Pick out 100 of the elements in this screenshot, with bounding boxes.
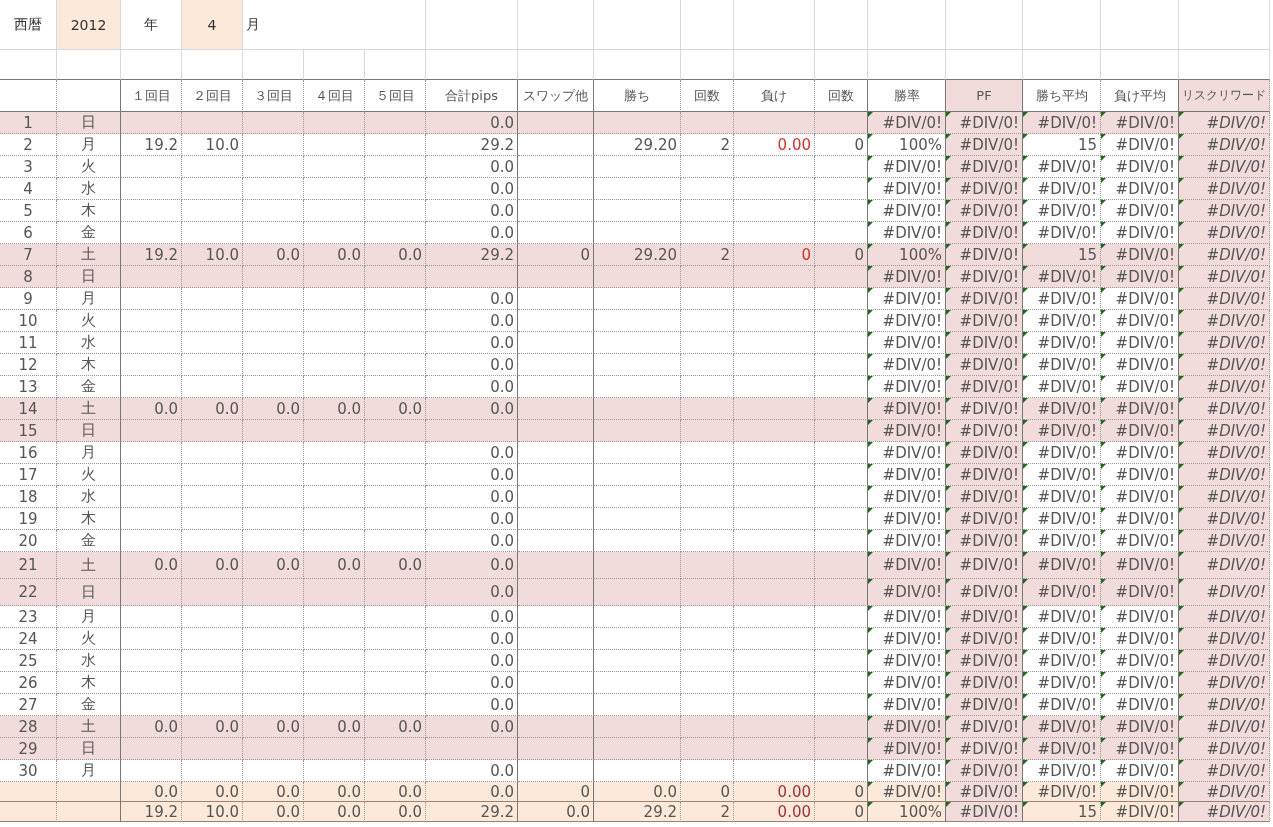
table-cell	[681, 0, 734, 50]
table-cell: #DIV/0!	[1179, 332, 1270, 354]
table-cell: #DIV/0!	[1179, 376, 1270, 398]
table-cell: #DIV/0!	[1179, 694, 1270, 716]
table-cell: #DIV/0!	[1179, 354, 1270, 376]
total-cell: 0.0	[304, 782, 365, 802]
table-cell: #DIV/0!	[1179, 200, 1270, 222]
total-cell: 0.0	[304, 802, 365, 822]
table-cell: #DIV/0!	[946, 760, 1023, 782]
table-cell: #DIV/0!	[1179, 530, 1270, 552]
total-cell: 29.2	[426, 802, 518, 822]
table-cell: #DIV/0!	[946, 606, 1023, 628]
table-cell: #DIV/0!	[946, 420, 1023, 442]
table-cell: #DIV/0!	[946, 200, 1023, 222]
table-cell: #DIV/0!	[1179, 650, 1270, 672]
table-cell: #DIV/0!	[1179, 508, 1270, 530]
table-cell: #DIV/0!	[946, 354, 1023, 376]
table-cell: #DIV/0!	[946, 650, 1023, 672]
table-cell: #DIV/0!	[1179, 112, 1270, 134]
table-cell: #DIV/0!	[1179, 672, 1270, 694]
table-cell: #DIV/0!	[1179, 442, 1270, 464]
total-cell	[0, 802, 57, 822]
total-cell	[57, 802, 121, 822]
table-cell: #DIV/0!	[1179, 178, 1270, 200]
table-cell: #DIV/0!	[1179, 134, 1270, 156]
table-cell: #DIV/0!	[1179, 716, 1270, 738]
total-cell: #DIV/0!	[946, 802, 1023, 822]
table-cell: #DIV/0!	[946, 156, 1023, 178]
total-cell: 100%	[868, 802, 946, 822]
table-cell: #DIV/0!	[946, 530, 1023, 552]
table-cell: #DIV/0!	[946, 738, 1023, 760]
table-cell: #DIV/0!	[1179, 266, 1270, 288]
table-cell: #DIV/0!	[1179, 579, 1270, 606]
total-cell: #DIV/0!	[946, 782, 1023, 802]
table-cell: #DIV/0!	[946, 716, 1023, 738]
total-cell: 0.0	[243, 782, 304, 802]
table-cell: #DIV/0!	[946, 672, 1023, 694]
table-cell: #DIV/0!	[1179, 464, 1270, 486]
table-cell: #DIV/0!	[946, 398, 1023, 420]
table-cell: #DIV/0!	[1179, 398, 1270, 420]
table-cell: #DIV/0!	[946, 222, 1023, 244]
total-cell: #DIV/0!	[1179, 802, 1270, 822]
table-cell: #DIV/0!	[946, 552, 1023, 579]
table-cell: #DIV/0!	[946, 288, 1023, 310]
table-cell: #DIV/0!	[946, 579, 1023, 606]
table-cell: #DIV/0!	[1179, 552, 1270, 579]
total-cell	[0, 782, 57, 802]
table-cell: #DIV/0!	[946, 628, 1023, 650]
month-value[interactable]: 4	[182, 0, 243, 50]
table-cell	[243, 50, 304, 80]
table-cell: #DIV/0!	[946, 376, 1023, 398]
total-cell: 2	[681, 802, 734, 822]
total-cell: 0.0	[121, 782, 182, 802]
total-cell: 19.2	[121, 802, 182, 822]
total-cell: 0	[518, 782, 594, 802]
table-cell	[121, 50, 182, 80]
table-cell: #DIV/0!	[946, 112, 1023, 134]
table-cell: #DIV/0!	[946, 134, 1023, 156]
total-cell: #DIV/0!	[1023, 782, 1101, 802]
total-cell: 15	[1023, 802, 1101, 822]
total-cell: 0.0	[518, 802, 594, 822]
total-cell: 0.00	[734, 782, 815, 802]
table-cell	[365, 0, 426, 50]
total-cell: #DIV/0!	[868, 782, 946, 802]
table-cell	[815, 0, 868, 50]
total-cell: 0.0	[243, 802, 304, 822]
total-cell: 0.0	[594, 782, 681, 802]
total-cell: 0	[681, 782, 734, 802]
table-cell: #DIV/0!	[1179, 606, 1270, 628]
year-value[interactable]: 2012	[57, 0, 121, 50]
table-cell: #DIV/0!	[1179, 156, 1270, 178]
total-cell: #DIV/0!	[1101, 802, 1179, 822]
table-cell: #DIV/0!	[1179, 486, 1270, 508]
total-cell: 0.0	[426, 782, 518, 802]
total-cell: 10.0	[182, 802, 243, 822]
table-cell: #DIV/0!	[946, 442, 1023, 464]
table-cell	[681, 50, 734, 80]
table-cell: #DIV/0!	[946, 310, 1023, 332]
table-cell	[815, 50, 868, 80]
column-header: PF	[946, 80, 1023, 112]
table-cell: #DIV/0!	[1179, 310, 1270, 332]
table-cell: #DIV/0!	[946, 244, 1023, 266]
table-cell	[0, 50, 57, 80]
table-cell: #DIV/0!	[1179, 222, 1270, 244]
table-cell	[304, 50, 365, 80]
table-cell: #DIV/0!	[1179, 628, 1270, 650]
total-cell: 0.0	[365, 802, 426, 822]
table-cell: #DIV/0!	[946, 694, 1023, 716]
total-cell: #DIV/0!	[1179, 782, 1270, 802]
table-cell: #DIV/0!	[946, 486, 1023, 508]
table-cell	[365, 50, 426, 80]
total-cell: 0.0	[365, 782, 426, 802]
table-cell: #DIV/0!	[946, 266, 1023, 288]
table-cell	[182, 50, 243, 80]
table-cell: #DIV/0!	[1179, 288, 1270, 310]
table-cell: #DIV/0!	[946, 464, 1023, 486]
total-cell: 0	[815, 802, 868, 822]
table-cell: #DIV/0!	[1179, 244, 1270, 266]
table-cell	[57, 50, 121, 80]
month-label: 月	[243, 0, 365, 50]
